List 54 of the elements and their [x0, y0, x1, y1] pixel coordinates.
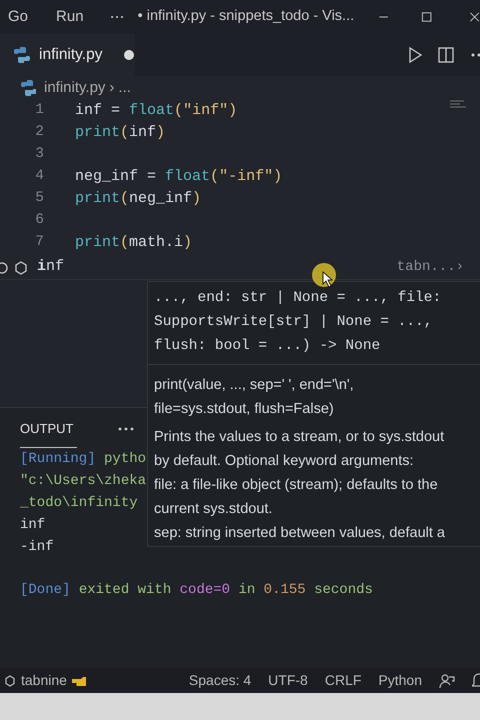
split-editor-icon[interactable]: [438, 47, 454, 63]
doc-line: Prints the values to a stream, or to sys.stdout: [154, 428, 446, 447]
breadcrumb-separator: ›: [109, 78, 114, 98]
status-item[interactable]: tabnine: [21, 670, 67, 691]
doc-line: sep: string inserted between values, default a: [154, 524, 446, 543]
line-number: 1: [34, 101, 44, 120]
doc-line: file: a file-like object (stream); defaults to the: [154, 476, 439, 495]
code-line: inf = float("inf"): [75, 100, 238, 121]
menu-item[interactable]: Run: [48, 6, 92, 28]
output-line: [Done] exited with code=0 in 0.155 seconds: [20, 581, 373, 600]
doc-line: file=sys.stdout, flush=False): [154, 400, 335, 419]
suggestion-source: tabn...›: [396, 258, 464, 277]
line-number: 5: [34, 189, 44, 208]
code-line: print(math.i): [75, 232, 192, 253]
menu-item[interactable]: Go: [0, 6, 36, 28]
more-icon[interactable]: [117, 426, 136, 432]
signature-line: SupportsWrite[str] | None = ...,: [154, 313, 434, 332]
python-icon: [20, 79, 36, 97]
line-number: 6: [34, 211, 44, 230]
signature-line: ..., end: str | None = ..., file:: [154, 289, 442, 308]
suggestion-item[interactable]: inf: [37, 256, 64, 279]
code-line: print(neg_inf): [75, 188, 202, 209]
status-item[interactable]: Python: [378, 670, 422, 691]
line-number: 7: [34, 233, 44, 252]
run-icon[interactable]: [408, 47, 422, 63]
hexagon-icon: [4, 674, 16, 686]
unsaved-dot-icon[interactable]: [124, 50, 134, 60]
more-icon[interactable]: [110, 14, 124, 20]
doc-line: current sys.stdout.: [154, 500, 274, 519]
output-line: "c:\Users\zheka: [20, 472, 146, 491]
output-line: _todo\infinity: [20, 494, 138, 513]
line-number: 3: [34, 145, 44, 164]
breadcrumb-item[interactable]: ...: [118, 76, 131, 100]
breadcrumb-item[interactable]: infinity.py: [44, 76, 106, 100]
window-title: • infinity.py - snippets_todo - Vis...: [138, 7, 354, 26]
output-line: -inf: [20, 538, 54, 557]
feedback-icon[interactable]: [439, 672, 455, 688]
line-number: 2: [34, 123, 44, 142]
code-line: neg_inf = float("-inf"): [75, 166, 282, 187]
signature-line: flush: bool = ...) -> None: [154, 337, 382, 356]
output-line: [Running] pytho: [20, 450, 146, 469]
line-number: 4: [34, 167, 44, 186]
status-item[interactable]: Spaces: 4: [188, 670, 252, 691]
hexagon-icon: [14, 260, 28, 274]
doc-line: by default. Optional keyword arguments:: [154, 452, 415, 471]
status-item[interactable]: CRLF: [324, 670, 362, 691]
doc-line: print(value, ..., sep=' ', end='\n',: [154, 376, 355, 395]
python-icon: [13, 46, 31, 64]
code-line: print(inf): [75, 122, 166, 143]
editor-tab[interactable]: infinity.py: [0, 34, 135, 76]
output-line: inf: [20, 516, 46, 535]
panel-tab[interactable]: OUTPUT: [20, 410, 78, 448]
status-item[interactable]: UTF-8: [268, 670, 308, 691]
minimap-drawing: [450, 100, 466, 110]
